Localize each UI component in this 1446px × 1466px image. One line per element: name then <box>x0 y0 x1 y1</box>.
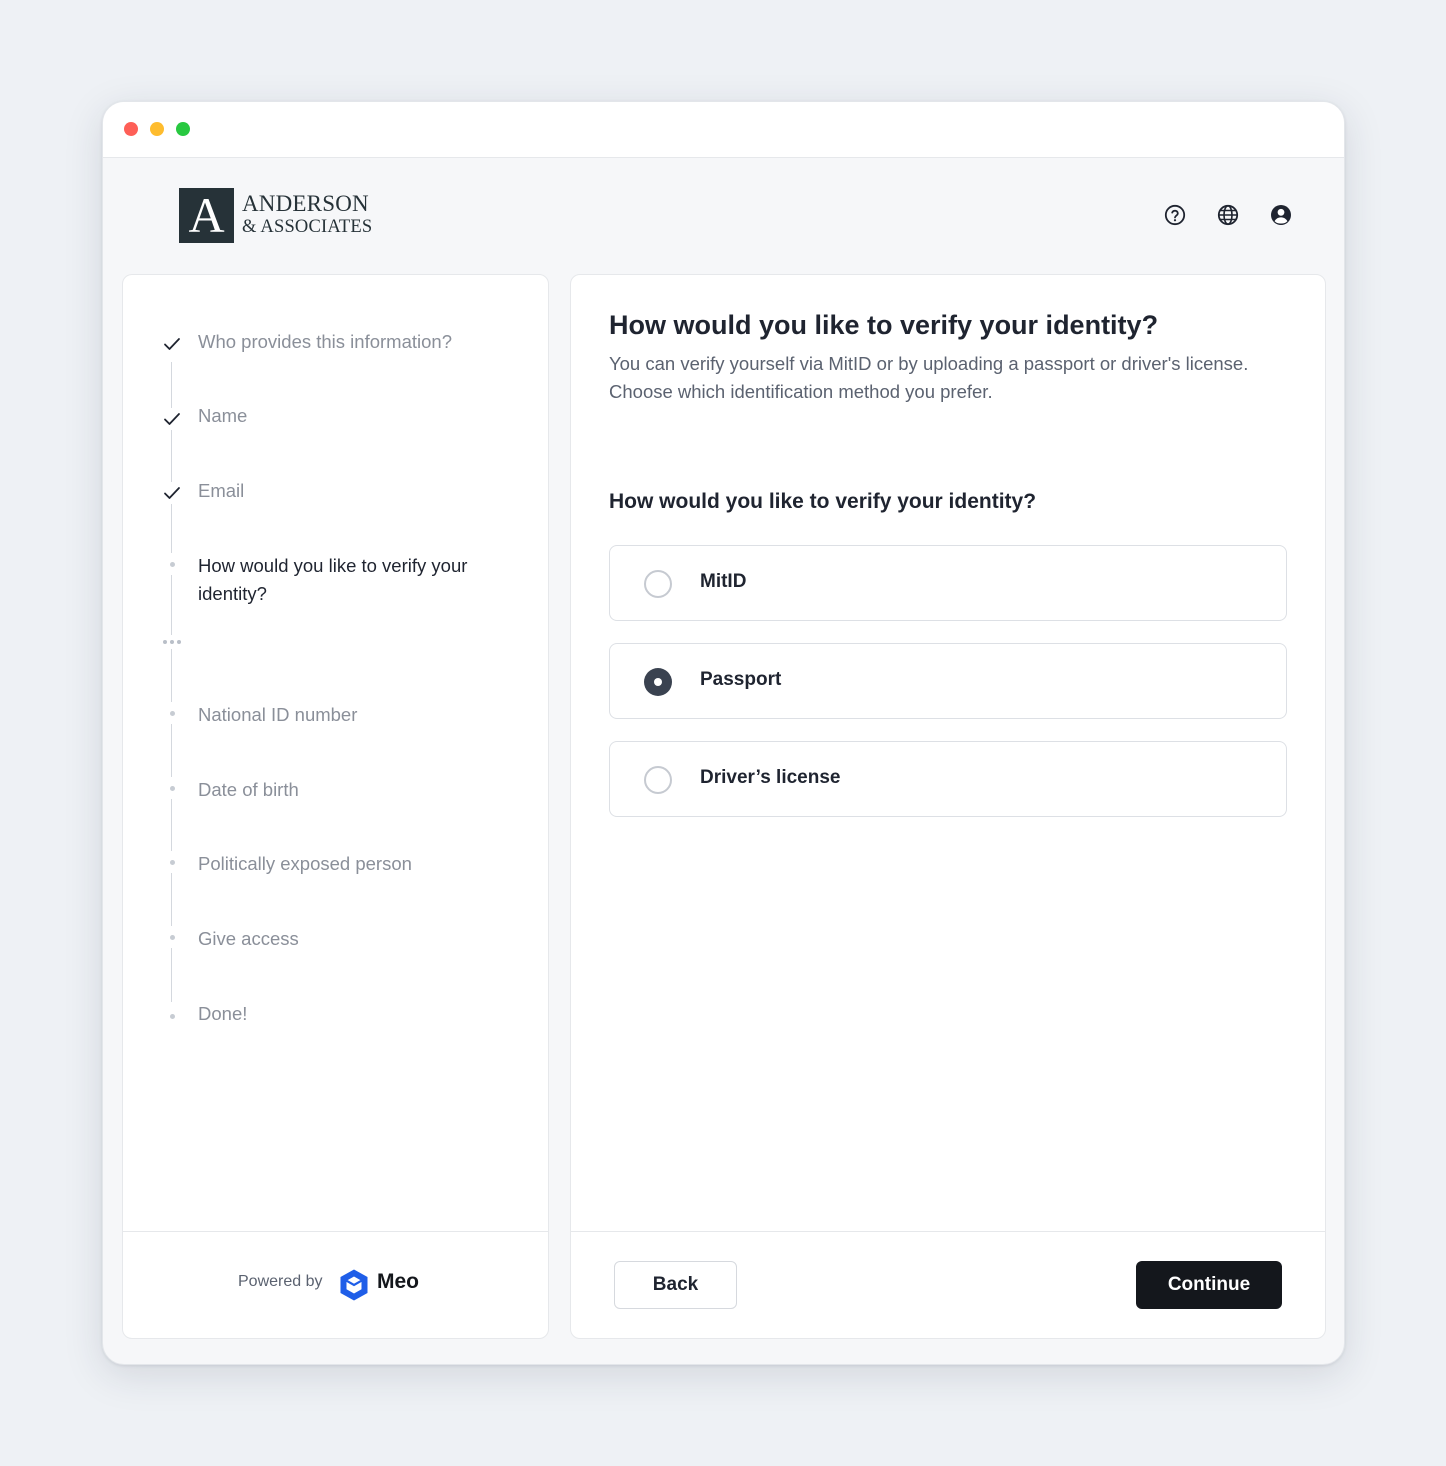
step-dot <box>160 851 184 873</box>
step-who-provides[interactable]: Who provides this information? <box>198 328 452 356</box>
main-panel: How would you like to verify your identi… <box>570 274 1326 1339</box>
provider-name[interactable]: Meo <box>377 1270 419 1294</box>
globe-icon[interactable] <box>1217 204 1239 226</box>
back-button[interactable]: Back <box>614 1261 737 1309</box>
more-steps-icon <box>159 635 185 649</box>
step-done: Done! <box>198 1003 248 1024</box>
step-national-id: National ID number <box>198 704 358 725</box>
meo-logo-icon <box>338 1268 370 1302</box>
option-mitid[interactable]: MitID <box>609 545 1287 621</box>
check-icon <box>160 408 184 430</box>
check-icon <box>160 333 184 355</box>
step-name[interactable]: Name <box>198 402 247 430</box>
step-dot <box>160 702 184 724</box>
progress-sidebar: Who provides this information? Name Emai… <box>122 274 549 1339</box>
step-dot <box>160 926 184 948</box>
radio-passport[interactable] <box>644 668 672 696</box>
option-drivers-license[interactable]: Driver’s license <box>609 741 1287 817</box>
step-pep: Politically exposed person <box>198 853 412 874</box>
check-icon <box>160 482 184 504</box>
page-description: You can verify yourself via MitID or by … <box>609 353 1249 402</box>
window-titlebar <box>103 102 1344 158</box>
logo-subname: & ASSOCIATES <box>242 217 373 237</box>
page-title: How would you like to verify your identi… <box>609 310 1159 340</box>
logo-mark: A <box>179 188 234 243</box>
progress-line <box>171 362 172 1002</box>
radio-drivers-license[interactable] <box>644 766 672 794</box>
minimize-window-button[interactable] <box>150 122 164 136</box>
powered-by-label: Powered by <box>238 1273 323 1290</box>
help-circle-icon[interactable] <box>1164 204 1186 226</box>
maximize-window-button[interactable] <box>176 122 190 136</box>
close-window-button[interactable] <box>124 122 138 136</box>
header-actions <box>1164 204 1292 226</box>
option-label: Driver’s license <box>700 767 841 788</box>
continue-button[interactable]: Continue <box>1136 1261 1282 1309</box>
user-circle-icon[interactable] <box>1270 204 1292 226</box>
option-label: Passport <box>700 669 782 690</box>
option-passport[interactable]: Passport <box>609 643 1287 719</box>
step-dot <box>160 553 184 575</box>
option-label: MitID <box>700 571 747 592</box>
step-give-access: Give access <box>198 928 299 949</box>
step-email[interactable]: Email <box>198 477 244 505</box>
step-verify-identity[interactable]: How would you like to verify your identi… <box>198 552 518 608</box>
step-dot <box>160 1005 184 1027</box>
step-date-of-birth: Date of birth <box>198 779 299 800</box>
question-label: How would you like to verify your identi… <box>609 490 1037 513</box>
browser-window: A ANDERSON & ASSOCIATES Who provides thi… <box>102 101 1345 1365</box>
main-footer: Back Continue <box>571 1231 1325 1338</box>
step-dot <box>160 777 184 799</box>
sidebar-footer: Powered by Meo <box>123 1231 548 1338</box>
logo-name: ANDERSON <box>242 191 369 216</box>
radio-mitid[interactable] <box>644 570 672 598</box>
